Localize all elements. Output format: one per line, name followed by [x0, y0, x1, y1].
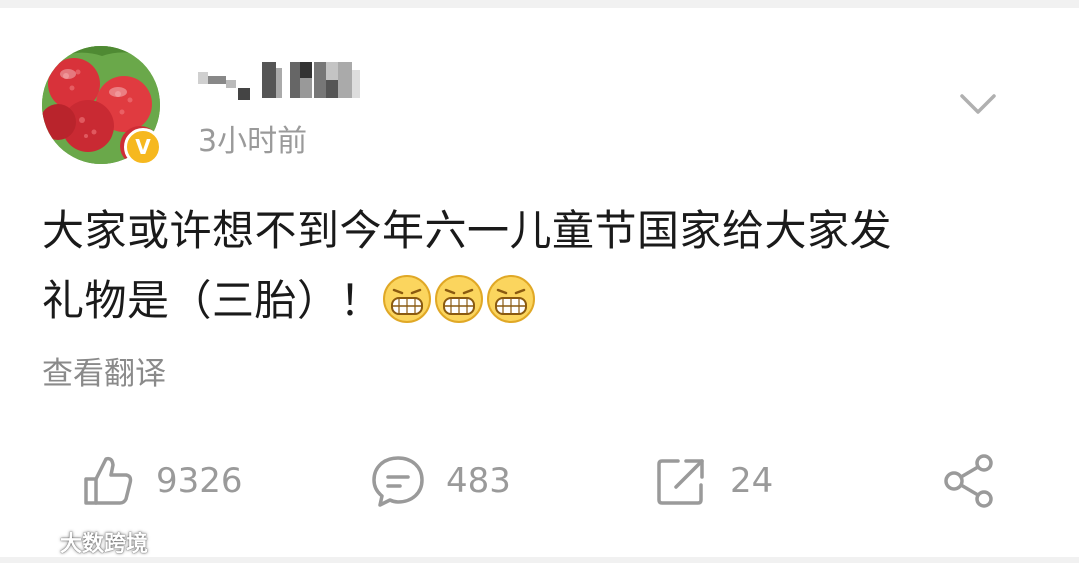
watermark-text: 大数跨境	[60, 532, 149, 557]
repost-count: 24	[730, 461, 774, 501]
verified-badge: V	[124, 128, 162, 166]
bottom-divider	[0, 557, 1079, 563]
comment-icon	[372, 456, 424, 507]
more-options-button[interactable]	[952, 82, 1004, 122]
comment-count: 483	[446, 461, 511, 501]
post-text-line-2: 礼物是（三胎）！	[42, 276, 383, 325]
view-translation-link[interactable]: 查看翻译	[42, 352, 166, 396]
thumbs-up-icon	[84, 456, 133, 505]
grin-emoji	[383, 275, 432, 323]
post-text-line-2-row: 礼物是（三胎）！	[42, 266, 1032, 345]
grin-emoji	[487, 275, 536, 323]
author-name-obscured[interactable]	[196, 58, 366, 100]
share-icon	[944, 454, 993, 508]
comment-button[interactable]: 483	[370, 446, 511, 516]
watermark-logo-icon	[13, 532, 53, 551]
grin-emoji	[435, 275, 484, 323]
repost-button[interactable]: 24	[654, 446, 773, 516]
post-timestamp: 3小时前	[198, 124, 308, 159]
repost-icon	[657, 459, 704, 505]
post-text-line-1: 大家或许想不到今年六一儿童节国家给大家发	[42, 206, 893, 255]
top-divider	[0, 0, 1079, 8]
like-count: 9326	[156, 461, 243, 501]
share-button[interactable]	[940, 446, 1000, 516]
post-body: 大家或许想不到今年六一儿童节国家给大家发 礼物是（三胎）！	[42, 196, 1032, 345]
source-watermark: 大数跨境	[10, 527, 148, 557]
like-button[interactable]: 9326	[80, 446, 243, 516]
emoji-group	[382, 274, 538, 345]
chevron-down-icon	[960, 94, 996, 114]
